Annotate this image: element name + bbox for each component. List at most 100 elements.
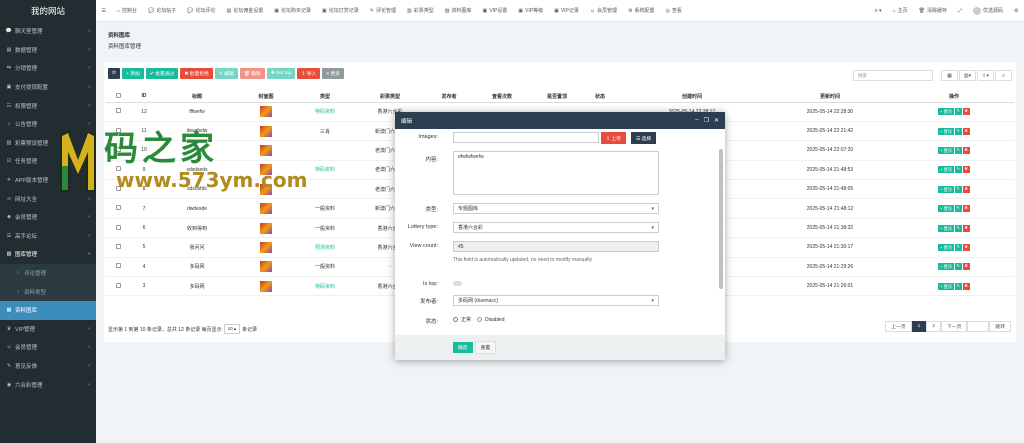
delete-icon[interactable]: ✖ <box>962 185 970 193</box>
delete-icon[interactable]: ✖ <box>962 205 970 213</box>
toolbar-button[interactable]: ✚ Set top <box>266 68 296 79</box>
next-page-button[interactable]: 下一页 <box>940 321 968 332</box>
sidebar-item[interactable]: ✎ 意见反馈 ‹ <box>0 357 96 376</box>
hamburger-icon[interactable]: ☰ <box>96 8 111 14</box>
set-top-button[interactable]: + 置顶 <box>938 185 954 193</box>
fullscreen-icon[interactable]: ⤢ <box>952 8 967 14</box>
sidebar-item[interactable]: ▤ 数据管理 ‹ <box>0 41 96 60</box>
sidebar-item[interactable]: ▧ 图库管理 ‹ <box>0 245 96 264</box>
toolbar-button[interactable]: 🗑 删除 <box>239 68 265 79</box>
sidebar-item[interactable]: ☺ 会员管理 ‹ <box>0 338 96 357</box>
row-checkbox[interactable] <box>115 243 121 249</box>
set-top-button[interactable]: + 置顶 <box>938 127 954 135</box>
top-tab[interactable]: ▧ 资料图库 <box>439 7 477 15</box>
set-top-button[interactable]: + 置顶 <box>938 108 954 116</box>
top-tab[interactable]: ▣ 论坛购买记录 <box>269 7 317 15</box>
delete-icon[interactable]: ✖ <box>962 127 970 135</box>
top-tab[interactable]: ✎ 评论管理 <box>364 7 401 15</box>
column-header[interactable]: 是否置顶 <box>532 91 582 103</box>
cover-thumbnail[interactable] <box>260 261 272 273</box>
top-tab[interactable]: ▣ 论坛打赏记录 <box>317 7 365 15</box>
page-size-select[interactable]: 10 ▴ <box>223 324 241 334</box>
dropdown-menu-icon[interactable]: ≡ ▾ <box>869 8 887 14</box>
checkbox-cell[interactable] <box>106 102 130 122</box>
column-header[interactable]: 发布者 <box>426 91 472 103</box>
set-top-button[interactable]: + 置顶 <box>938 224 954 232</box>
delete-icon[interactable]: ✖ <box>962 243 970 251</box>
edit-icon[interactable]: ✎ <box>954 127 962 135</box>
content-textarea[interactable]: efwfwfwefw <box>453 151 659 195</box>
page-2-button[interactable]: 2 <box>926 321 941 332</box>
toggle-view-icon[interactable]: ▦ <box>941 70 958 81</box>
delete-icon[interactable]: ✖ <box>962 108 970 116</box>
sidebar-item[interactable]: ○ 评论管理 <box>0 263 96 283</box>
status-disabled-radio[interactable] <box>477 317 483 322</box>
home-link[interactable]: ⌂ 主页 <box>887 7 913 15</box>
is-top-toggle[interactable] <box>453 281 462 286</box>
delete-icon[interactable]: ✖ <box>962 224 970 232</box>
toolbar-button[interactable]: + 添加 <box>122 68 144 79</box>
search-icon[interactable]: ⌕ <box>995 70 1012 81</box>
page-1-button[interactable]: 1 <box>911 321 927 332</box>
delete-icon[interactable]: ✖ <box>962 263 970 271</box>
edit-icon[interactable]: ✎ <box>954 185 962 193</box>
export-icon[interactable]: ⇩▾ <box>977 70 994 81</box>
sidebar-item[interactable]: ☰ 高手论坛 ‹ <box>0 227 96 246</box>
toolbar-button[interactable]: ✖ 批量拒绝 <box>180 68 213 79</box>
column-header[interactable]: 状态 <box>582 91 618 103</box>
cover-thumbnail[interactable] <box>260 106 272 118</box>
row-checkbox[interactable] <box>115 263 121 269</box>
column-header[interactable]: 更新时间 <box>766 91 894 103</box>
confirm-button[interactable]: 确定 <box>453 342 473 353</box>
sidebar-item[interactable]: ♛ VIP管理 ‹ <box>0 320 96 339</box>
sidebar-item[interactable]: ○ 资料类型 <box>0 282 96 301</box>
toolbar-button[interactable]: ↥ 导入 <box>297 68 321 79</box>
top-tab[interactable]: 💬 论坛评论 <box>182 7 221 15</box>
delete-icon[interactable]: ✖ <box>962 166 970 174</box>
sidebar-item[interactable]: ▣ 支付提现配置 ‹ <box>0 78 96 97</box>
top-tab[interactable]: ▥ 彩票类型 <box>402 7 440 15</box>
column-header[interactable]: 操作 <box>894 91 1014 103</box>
delete-icon[interactable]: ✖ <box>962 146 970 154</box>
toolbar-button[interactable]: ✔ 批量通过 <box>145 68 179 79</box>
toolbar-button[interactable]: ✎ 编辑 <box>214 68 238 79</box>
column-header[interactable]: 封面图 <box>236 91 296 103</box>
top-tab[interactable]: ▣ VIP等级 <box>513 7 549 15</box>
top-tab[interactable]: ▣ VIP设置 <box>477 7 513 15</box>
toolbar-button[interactable]: ≡ 更多 <box>322 68 345 79</box>
set-top-button[interactable]: + 置顶 <box>938 166 954 174</box>
clear-cache-link[interactable]: 🗑 清除缓存 <box>913 7 952 15</box>
set-top-button[interactable]: + 置顶 <box>938 282 954 290</box>
close-icon[interactable]: ✕ <box>714 117 719 124</box>
cover-thumbnail[interactable] <box>260 222 272 234</box>
sidebar-item[interactable]: 💬 聊天室管理 ‹ <box>0 22 96 41</box>
cover-thumbnail[interactable] <box>260 280 272 292</box>
cover-thumbnail[interactable] <box>260 241 272 253</box>
set-top-button[interactable]: + 置顶 <box>938 205 954 213</box>
set-top-button[interactable]: + 置顶 <box>938 146 954 154</box>
column-header[interactable]: 类型 <box>296 91 354 103</box>
minimize-icon[interactable]: – <box>695 117 698 124</box>
columns-icon[interactable]: ▥▾ <box>959 70 976 81</box>
settings-icon[interactable]: ⚙ <box>1009 8 1024 14</box>
row-checkbox[interactable] <box>115 108 121 114</box>
type-select[interactable]: 专题图库 <box>453 203 659 214</box>
checkbox-cell[interactable] <box>106 237 130 258</box>
refresh-button[interactable]: ⟳ <box>108 68 121 79</box>
edit-icon[interactable]: ✎ <box>954 282 962 290</box>
top-tab[interactable]: ▤ 论坛佣金设置 <box>221 7 269 15</box>
delete-icon[interactable]: ✖ <box>962 282 970 290</box>
edit-icon[interactable]: ✎ <box>954 108 962 116</box>
top-tab[interactable]: ⌂ 控制台 <box>111 7 142 15</box>
sidebar-item[interactable]: ☻ 会员管理 ‹ <box>0 208 96 227</box>
jump-page-input[interactable] <box>967 321 990 332</box>
upload-button[interactable]: ⇪ 上传 <box>601 132 626 144</box>
sidebar-item[interactable]: ◉ 六合彩管理 ‹ <box>0 375 96 394</box>
modal-scrollbar[interactable] <box>719 149 723 289</box>
choose-button[interactable]: ☰ 选择 <box>631 132 657 144</box>
sidebar-item[interactable]: ☷ 权限管理 ‹ <box>0 96 96 115</box>
column-header[interactable]: ID <box>130 91 158 103</box>
edit-icon[interactable]: ✎ <box>954 166 962 174</box>
select-all-checkbox[interactable] <box>115 92 121 98</box>
top-tab[interactable]: 💬 论坛帖子 <box>143 7 182 15</box>
